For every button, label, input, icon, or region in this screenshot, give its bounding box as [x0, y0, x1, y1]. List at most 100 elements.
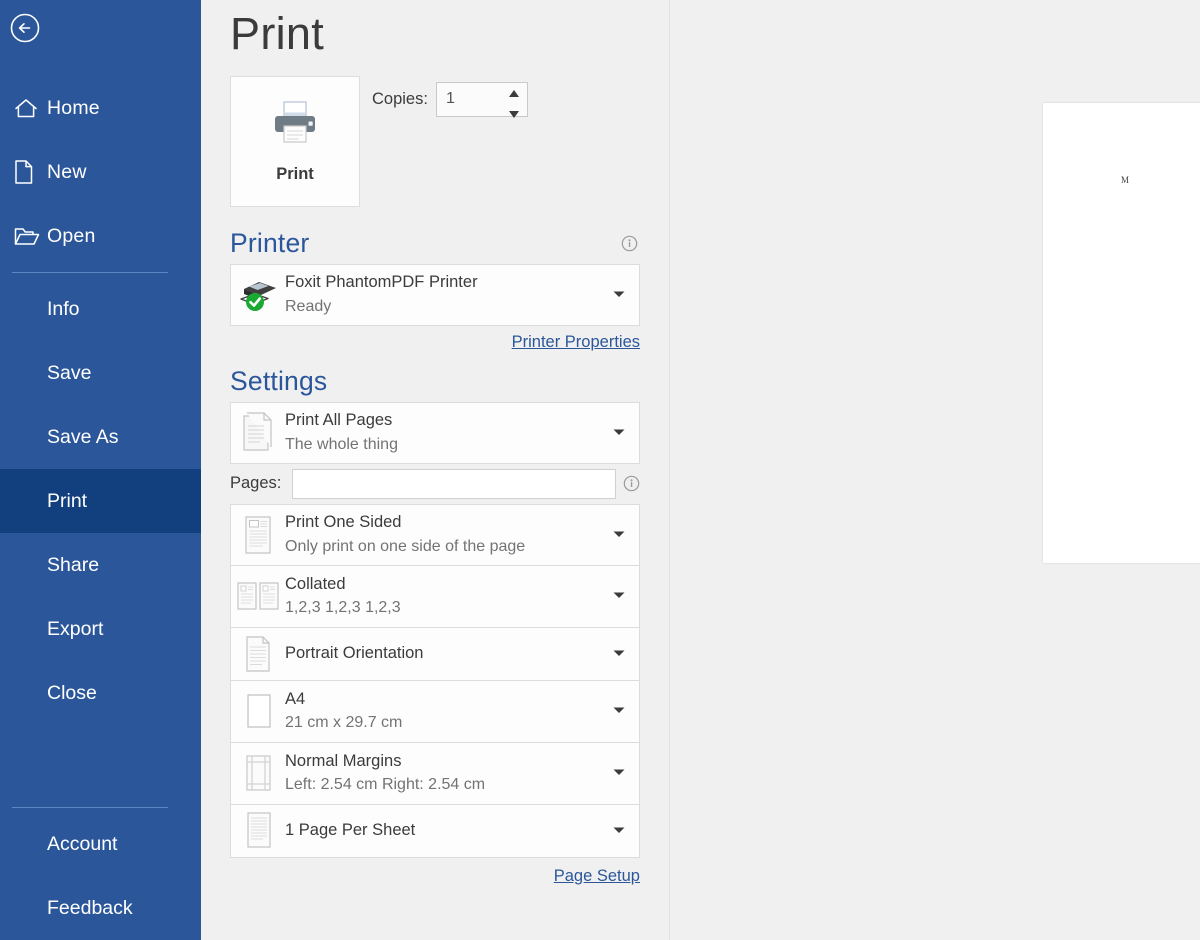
- print-button[interactable]: Print: [230, 76, 360, 207]
- option-title: Portrait Orientation: [285, 642, 605, 664]
- margins-icon: [231, 750, 285, 796]
- sidebar-item-feedback[interactable]: Feedback: [0, 876, 201, 940]
- sidebar-item-label: Export: [47, 618, 103, 641]
- copies-stepper[interactable]: 1: [436, 82, 528, 117]
- printer-select[interactable]: Foxit PhantomPDF Printer Ready: [230, 264, 640, 326]
- pages-label: Pages:: [230, 474, 292, 493]
- option-sub: Left: 2.54 cm Right: 2.54 cm: [285, 773, 605, 796]
- sidebar-item-save[interactable]: Save: [0, 341, 201, 405]
- pages-input[interactable]: [292, 469, 616, 499]
- pages-per-sheet-select[interactable]: 1 Page Per Sheet: [230, 805, 640, 858]
- printer-info-icon[interactable]: [621, 235, 638, 252]
- sidebar-item-new[interactable]: New: [0, 140, 201, 204]
- page-setup-link[interactable]: Page Setup: [230, 867, 640, 886]
- sidebar-item-export[interactable]: Export: [0, 597, 201, 661]
- printer-properties-link[interactable]: Printer Properties: [230, 333, 640, 352]
- margins-select[interactable]: Normal Margins Left: 2.54 cm Right: 2.54…: [230, 743, 640, 805]
- sidebar-item-label: Share: [47, 554, 99, 577]
- sidebar-divider-top: [12, 272, 168, 273]
- margins-text: Normal Margins Left: 2.54 cm Right: 2.54…: [285, 750, 639, 796]
- option-title: Collated: [285, 573, 605, 595]
- chevron-down-icon: [612, 822, 626, 840]
- sidebar-item-save-as[interactable]: Save As: [0, 405, 201, 469]
- sidebar-item-info[interactable]: Info: [0, 277, 201, 341]
- print-button-label: Print: [276, 165, 314, 184]
- printer-select-text: Foxit PhantomPDF Printer Ready: [285, 271, 639, 317]
- printer-heading: Printer: [230, 228, 309, 259]
- settings-heading: Settings: [230, 366, 669, 397]
- print-action-row: Print Copies: 1: [230, 76, 669, 207]
- sidebar-item-label: Open: [47, 225, 96, 248]
- printer-name: Foxit PhantomPDF Printer: [285, 271, 605, 293]
- paper-size-select[interactable]: A4 21 cm x 29.7 cm: [230, 681, 640, 743]
- print-preview-pane: M: [669, 0, 1200, 940]
- spinner-up-icon[interactable]: [507, 86, 521, 104]
- paper-size-icon: [231, 689, 285, 733]
- back-button[interactable]: [9, 12, 41, 44]
- orientation-select[interactable]: Portrait Orientation: [230, 628, 640, 681]
- pages-info-icon[interactable]: [623, 475, 640, 492]
- sidebar-item-account[interactable]: Account: [0, 812, 201, 876]
- chevron-down-icon: [612, 424, 626, 442]
- sidebar-item-print[interactable]: Print: [0, 469, 201, 533]
- one-sided-page-icon: [231, 512, 285, 558]
- new-document-icon: [13, 158, 47, 186]
- chevron-down-icon: [612, 526, 626, 544]
- chevron-down-icon: [612, 645, 626, 663]
- backstage-sidebar: Home New Open: [0, 0, 201, 940]
- sidebar-item-share[interactable]: Share: [0, 533, 201, 597]
- sidebar-item-label: Print: [47, 490, 87, 513]
- collation-text: Collated 1,2,3 1,2,3 1,2,3: [285, 573, 639, 619]
- collation-select[interactable]: Collated 1,2,3 1,2,3 1,2,3: [230, 566, 640, 628]
- orientation-text: Portrait Orientation: [285, 642, 639, 664]
- pages-per-sheet-icon: [231, 808, 285, 854]
- print-settings-pane: Print: [201, 0, 669, 940]
- printer-section-header: Printer: [230, 228, 669, 259]
- chevron-down-icon: [612, 702, 626, 720]
- copies-value: 1: [437, 90, 455, 108]
- sidebar-item-home[interactable]: Home: [0, 76, 201, 140]
- pages-row: Pages:: [230, 465, 640, 503]
- portrait-page-icon: [231, 632, 285, 676]
- option-sub: The whole thing: [285, 433, 605, 456]
- duplex-select[interactable]: Print One Sided Only print on one side o…: [230, 504, 640, 566]
- sidebar-item-label: Save As: [47, 426, 119, 449]
- sidebar-item-label: Account: [47, 833, 117, 856]
- sidebar-item-label: Close: [47, 682, 97, 705]
- sidebar-item-label: Save: [47, 362, 91, 385]
- chevron-down-icon: [612, 587, 626, 605]
- sidebar-top-group: Home New Open: [0, 76, 201, 725]
- sidebar-item-open[interactable]: Open: [0, 204, 201, 268]
- paper-size-text: A4 21 cm x 29.7 cm: [285, 688, 639, 734]
- spinner-down-icon[interactable]: [507, 107, 521, 125]
- stacked-pages-icon: [231, 410, 285, 456]
- sidebar-item-close[interactable]: Close: [0, 661, 201, 725]
- open-folder-icon: [13, 222, 47, 250]
- page-title: Print: [230, 9, 669, 59]
- option-title: 1 Page Per Sheet: [285, 819, 605, 841]
- option-sub: Only print on one side of the page: [285, 535, 605, 558]
- sidebar-item-label: Info: [47, 298, 80, 321]
- copies-label: Copies:: [372, 90, 428, 109]
- option-title: Normal Margins: [285, 750, 605, 772]
- sidebar-item-label: New: [47, 161, 87, 184]
- printer-status: Ready: [285, 295, 605, 318]
- sidebar-item-label: Feedback: [47, 897, 133, 920]
- copies-spinner-arrows[interactable]: [507, 86, 521, 125]
- print-backstage-screen: Home New Open: [0, 0, 1200, 940]
- printer-device-icon: [231, 275, 285, 315]
- home-icon: [13, 94, 47, 122]
- collate-icon: [231, 575, 285, 617]
- copies-control: Copies: 1: [372, 82, 528, 117]
- printer-icon: [270, 99, 320, 150]
- settings-combo-stack: Print One Sided Only print on one side o…: [230, 504, 669, 858]
- option-sub: 21 cm x 29.7 cm: [285, 711, 605, 734]
- back-arrow-icon: [9, 12, 41, 44]
- print-range-select[interactable]: Print All Pages The whole thing: [230, 402, 640, 464]
- preview-page[interactable]: M: [1043, 103, 1200, 563]
- pages-per-sheet-text: 1 Page Per Sheet: [285, 819, 639, 841]
- sidebar-divider-bottom: [12, 807, 168, 808]
- preview-page-text: M: [1121, 175, 1129, 185]
- chevron-down-icon: [612, 764, 626, 782]
- sidebar-item-label: Home: [47, 97, 100, 120]
